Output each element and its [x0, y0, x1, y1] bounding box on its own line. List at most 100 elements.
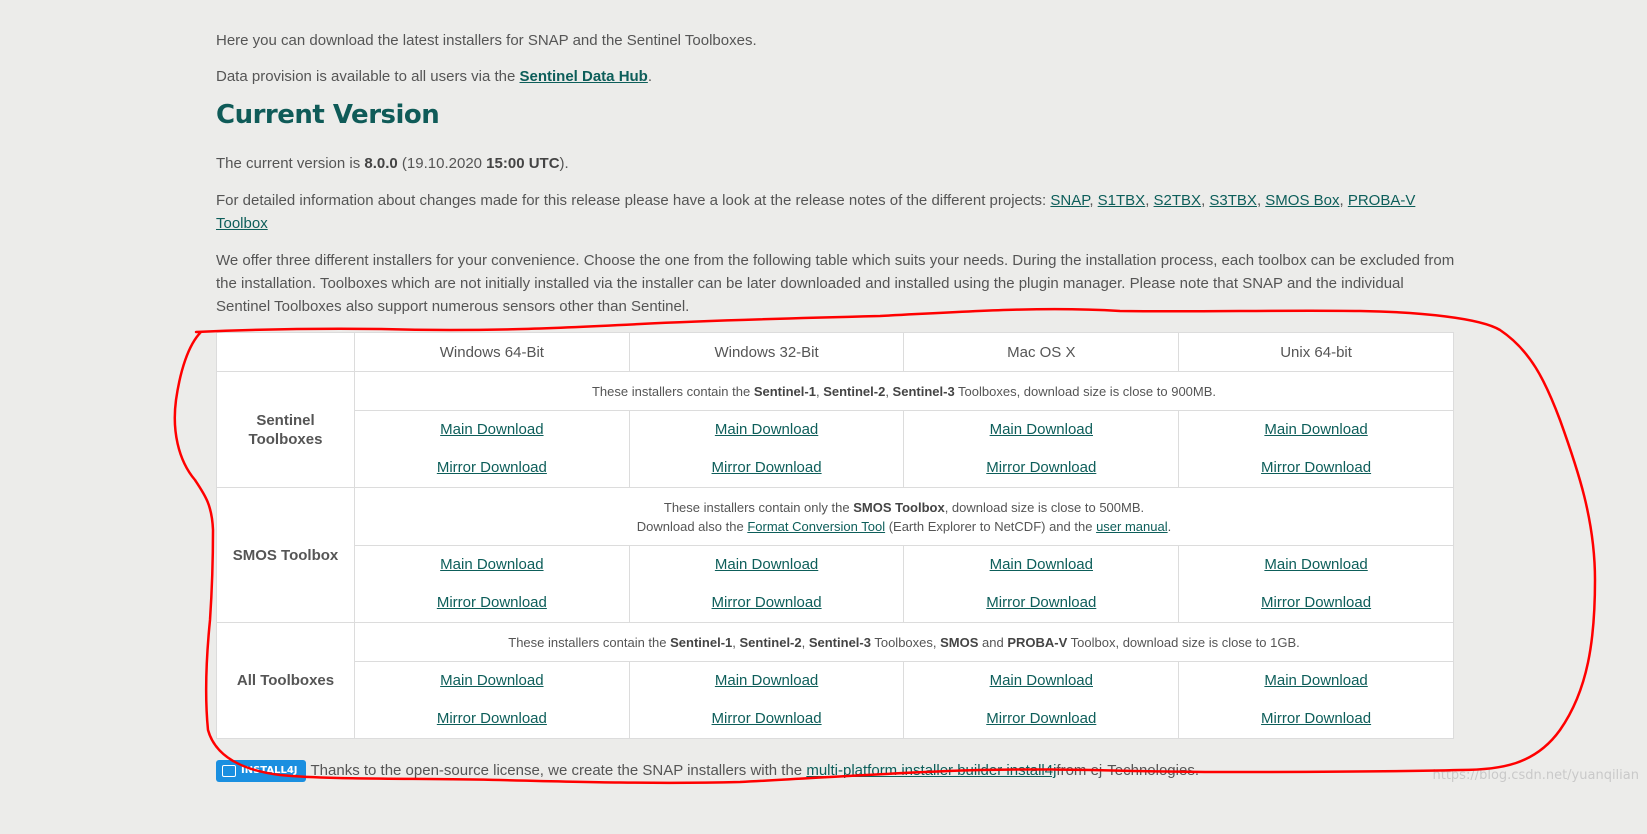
sentinel-data-hub-link[interactable]: Sentinel Data Hub [520, 68, 648, 85]
smos-win32-mirror-download[interactable]: Mirror Download [630, 584, 904, 622]
info-bold: Sentinel-2 [823, 383, 886, 399]
install4j-credit-prefix: Thanks to the open-source license, we cr… [310, 762, 803, 779]
s3tbx-notes-link[interactable]: S3TBX [1209, 192, 1257, 209]
all-win32-cell: Main Download Mirror Download [628, 661, 905, 739]
smos-unix-main-download[interactable]: Main Download [1179, 546, 1453, 584]
sentinel-toolboxes-label: Sentinel Toolboxes [216, 371, 355, 488]
column-windows-32: Windows 32-Bit [628, 332, 905, 372]
release-notes-text: For detailed information about changes m… [216, 189, 1456, 235]
smos-win64-main-download[interactable]: Main Download [355, 546, 629, 584]
all-unix-cell: Main Download Mirror Download [1178, 661, 1454, 739]
all-mac-cell: Main Download Mirror Download [903, 661, 1180, 739]
column-unix-64: Unix 64-bit [1178, 332, 1454, 372]
sentinel-info: These installers contain the Sentinel-1,… [354, 371, 1454, 411]
all-unix-main-download[interactable]: Main Download [1179, 662, 1453, 700]
info-text: These installers contain the [508, 634, 671, 650]
install4j-credit-suffix: from ej-Technologies. [1056, 762, 1199, 779]
info-text: Toolbox, download size is close to 1GB. [1067, 634, 1300, 650]
info-text: Toolboxes, [870, 634, 941, 650]
current-version-heading: Current Version [216, 100, 440, 130]
smos-win32-cell: Main Download Mirror Download [628, 545, 905, 623]
info-text: . [1167, 518, 1172, 534]
install4j-credit: INSTALL4J Thanks to the open-source lice… [216, 759, 1199, 782]
s2tbx-notes-link[interactable]: S2TBX [1154, 192, 1202, 209]
all-info: These installers contain the Sentinel-1,… [354, 622, 1454, 662]
install4j-badge[interactable]: INSTALL4J [216, 759, 306, 782]
sentinel-unix-mirror-download[interactable]: Mirror Download [1179, 449, 1453, 487]
all-unix-mirror-download[interactable]: Mirror Download [1179, 700, 1453, 738]
version-text: The current version is 8.0.0 (19.10.2020… [216, 152, 569, 175]
sentinel-unix-cell: Main Download Mirror Download [1178, 410, 1454, 488]
sentinel-info-row: Sentinel Toolboxes These installers conta… [216, 371, 1454, 488]
info-text: Download also the [636, 518, 748, 534]
snap-notes-link[interactable]: SNAP [1050, 192, 1089, 209]
smos-downloads-row: Main Download Mirror Download Main Downlo… [217, 545, 1454, 623]
version-date: (19.10.2020 [397, 155, 487, 172]
info-text: These installers contain only the [663, 499, 854, 515]
downloads-table: Windows 64-Bit Windows 32-Bit Mac OS X U… [216, 332, 1454, 739]
smos-info-row: SMOS Toolbox These installers contain on… [216, 487, 1454, 623]
all-win32-mirror-download[interactable]: Mirror Download [630, 700, 904, 738]
release-notes-prefix: For detailed information about changes m… [216, 192, 1051, 209]
version-prefix: The current version is [216, 155, 365, 172]
all-toolboxes-label: All Toolboxes [216, 622, 355, 739]
info-bold: Sentinel-1 [753, 383, 816, 399]
smos-box-notes-link[interactable]: SMOS Box [1265, 192, 1339, 209]
sentinel-mac-main-download[interactable]: Main Download [904, 411, 1178, 449]
sentinel-win32-mirror-download[interactable]: Mirror Download [630, 449, 904, 487]
column-mac-os-x: Mac OS X [903, 332, 1180, 372]
info-bold: Sentinel-3 [808, 634, 871, 650]
data-provision-text: Data provision is available to all users… [216, 65, 652, 88]
s1tbx-notes-link[interactable]: S1TBX [1098, 192, 1146, 209]
sentinel-label-line2: Toolboxes [248, 430, 323, 448]
smos-mac-mirror-download[interactable]: Mirror Download [904, 584, 1178, 622]
info-bold: SMOS [940, 634, 979, 650]
smos-mac-cell: Main Download Mirror Download [903, 545, 1180, 623]
all-win32-main-download[interactable]: Main Download [630, 662, 904, 700]
all-win64-mirror-download[interactable]: Mirror Download [355, 700, 629, 738]
all-downloads-row: Main Download Mirror Download Main Downlo… [217, 661, 1454, 739]
intro-text: Here you can download the latest install… [216, 32, 757, 49]
installers-description: We offer three different installers for … [216, 252, 1455, 315]
sentinel-mac-mirror-download[interactable]: Mirror Download [904, 449, 1178, 487]
format-conversion-tool-link[interactable]: Format Conversion Tool [747, 519, 885, 534]
info-text: (Earth Explorer to NetCDF) and the [885, 518, 1097, 534]
smos-win64-cell: Main Download Mirror Download [354, 545, 630, 623]
all-mac-main-download[interactable]: Main Download [904, 662, 1178, 700]
sentinel-win32-main-download[interactable]: Main Download [630, 411, 904, 449]
separator: , [1339, 192, 1348, 209]
sentinel-win64-mirror-download[interactable]: Mirror Download [355, 449, 629, 487]
smos-toolbox-label: SMOS Toolbox [216, 487, 355, 623]
sentinel-label-line1: Sentinel [256, 411, 315, 429]
data-provision-prefix: Data provision is available to all users… [216, 68, 520, 85]
smos-unix-mirror-download[interactable]: Mirror Download [1179, 584, 1453, 622]
info-text: and [978, 634, 1008, 650]
info-text: , download size is close to 500MB. [944, 499, 1145, 515]
version-time: 15:00 UTC [486, 155, 560, 172]
info-bold: Sentinel-3 [892, 383, 955, 399]
separator: , [1145, 192, 1154, 209]
smos-win64-mirror-download[interactable]: Mirror Download [355, 584, 629, 622]
info-text: These installers contain the [591, 383, 754, 399]
blog-watermark: https://blog.csdn.net/yuanqilian [1432, 768, 1640, 783]
smos-info: These installers contain only the SMOS T… [354, 487, 1454, 546]
column-windows-64: Windows 64-Bit [354, 332, 630, 372]
info-bold: PROBA-V [1007, 634, 1068, 650]
info-text: Toolboxes, download size is close to 900… [954, 383, 1217, 399]
info-text: , [801, 634, 809, 650]
all-info-row: All Toolboxes These installers contain t… [216, 622, 1454, 739]
sentinel-win64-main-download[interactable]: Main Download [355, 411, 629, 449]
info-bold: SMOS Toolbox [853, 499, 945, 515]
smos-mac-main-download[interactable]: Main Download [904, 546, 1178, 584]
install4j-badge-label: INSTALL4J [241, 765, 298, 776]
all-win64-main-download[interactable]: Main Download [355, 662, 629, 700]
smos-win32-main-download[interactable]: Main Download [630, 546, 904, 584]
empty-header-cell [216, 332, 355, 372]
install4j-link[interactable]: multi-platform installer builder install… [806, 759, 1056, 782]
info-text: , [885, 383, 893, 399]
sentinel-unix-main-download[interactable]: Main Download [1179, 411, 1453, 449]
user-manual-link[interactable]: user manual [1096, 519, 1168, 534]
separator: , [1089, 192, 1098, 209]
info-bold: Sentinel-2 [739, 634, 802, 650]
all-mac-mirror-download[interactable]: Mirror Download [904, 700, 1178, 738]
